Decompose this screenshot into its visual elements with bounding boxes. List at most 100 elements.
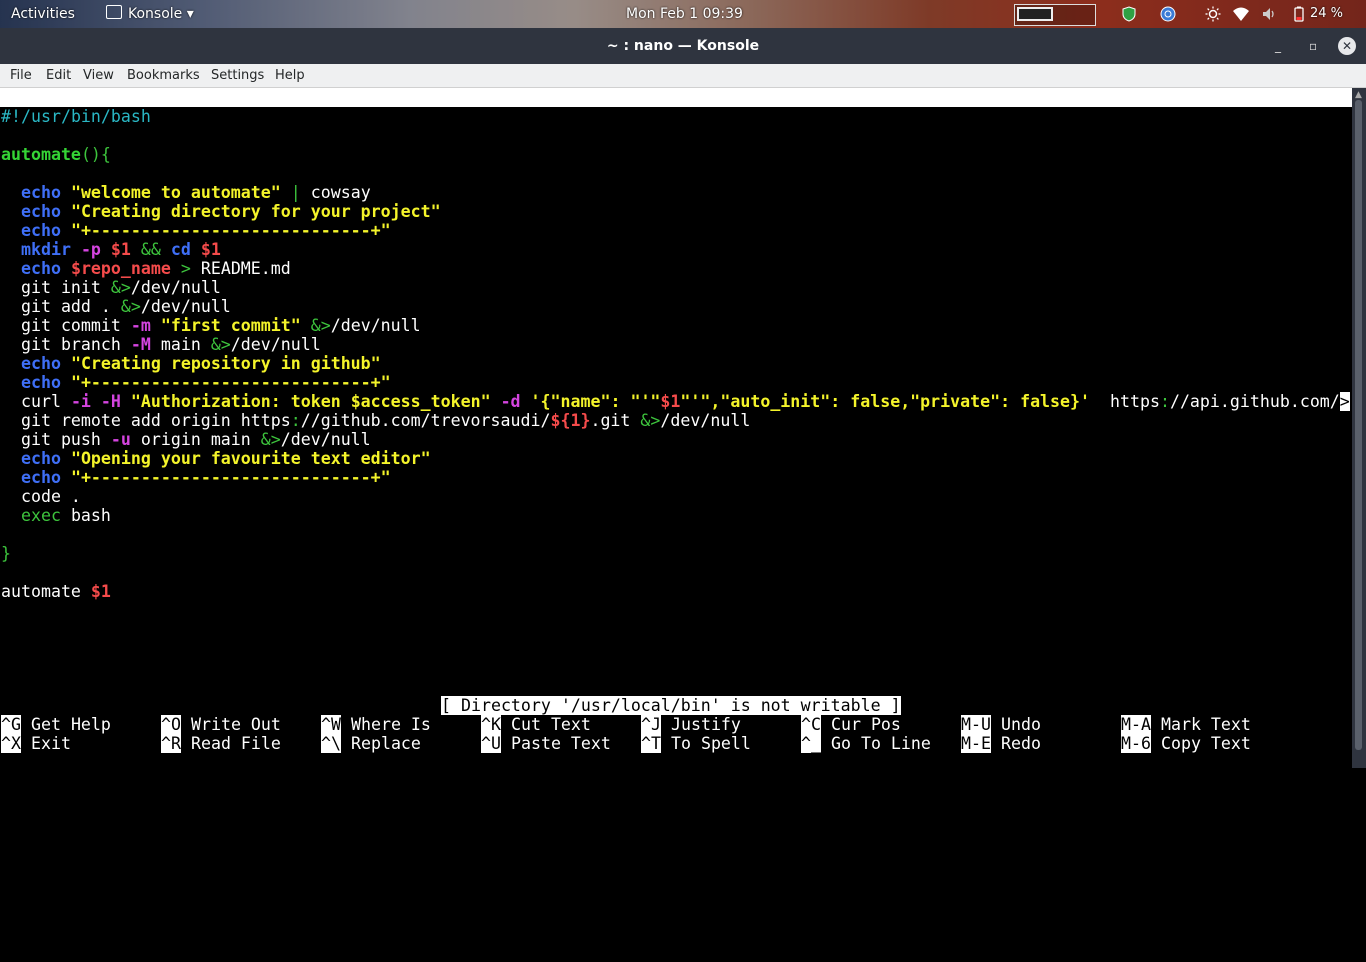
shortcut-paste-text[interactable]: ^U Paste Text <box>481 734 611 753</box>
code-line[interactable]: echo "Creating directory for your projec… <box>1 202 441 221</box>
shield-icon[interactable] <box>1121 6 1137 22</box>
terminal-scrollbar[interactable]: ▲ <box>1352 88 1366 768</box>
code-line[interactable]: git remote add origin https://github.com… <box>1 411 750 430</box>
code-token: > <box>1339 392 1350 411</box>
code-token: //github.com/trevorsaudi/ <box>300 411 551 430</box>
code-line[interactable]: echo $repo_name > README.md <box>1 259 291 278</box>
code-line[interactable]: git push -u origin main &>/dev/null <box>1 430 371 449</box>
code-line[interactable]: git init &>/dev/null <box>1 278 221 297</box>
code-token: echo <box>20 449 61 468</box>
shortcut-key: ^C <box>801 715 821 734</box>
shortcut-write-out[interactable]: ^O Write Out <box>161 715 281 734</box>
workspace-thumbnail[interactable] <box>1017 7 1053 21</box>
activities-button[interactable]: Activities <box>11 0 75 28</box>
brightness-icon[interactable] <box>1205 6 1221 22</box>
code-line[interactable]: automate(){ <box>1 145 111 164</box>
close-button[interactable]: ✕ <box>1338 37 1356 55</box>
shortcut-mark-text[interactable]: M-A Mark Text <box>1121 715 1251 734</box>
wifi-icon[interactable] <box>1233 6 1249 22</box>
code-token: $1 <box>660 392 681 411</box>
shortcut-cur-pos[interactable]: ^C Cur Pos <box>801 715 901 734</box>
code-token: "+----------------------------+" <box>70 373 391 392</box>
code-token: "+----------------------------+" <box>70 221 391 240</box>
workspace-switcher[interactable] <box>1014 4 1096 26</box>
code-token: "Opening your favourite text editor" <box>70 449 431 468</box>
menu-view[interactable]: View <box>83 64 114 87</box>
shortcut-cut-text[interactable]: ^K Cut Text <box>481 715 591 734</box>
code-line[interactable]: echo "Opening your favourite text editor… <box>1 449 431 468</box>
code-line[interactable]: git branch -M main &>/dev/null <box>1 335 321 354</box>
code-line[interactable]: echo "+----------------------------+" <box>1 373 391 392</box>
battery-icon[interactable] <box>1291 6 1307 22</box>
code-line[interactable]: echo "+----------------------------+" <box>1 221 391 240</box>
code-token: "'","auto_init": false,"private": false}… <box>680 392 1091 411</box>
minimize-button[interactable]: _ <box>1275 28 1281 64</box>
code-line[interactable]: exec bash <box>1 506 111 525</box>
code-line[interactable]: echo "welcome to automate" | cowsay <box>1 183 371 202</box>
code-token: code . <box>1 487 81 506</box>
shortcut-replace[interactable]: ^\ Replace <box>321 734 421 753</box>
shortcut-exit[interactable]: ^X Exit <box>1 734 71 753</box>
menu-edit[interactable]: Edit <box>46 64 71 87</box>
shortcut-key: ^K <box>481 715 501 734</box>
code-line[interactable]: git add . &>/dev/null <box>1 297 231 316</box>
code-token: "first commit" <box>160 316 301 335</box>
code-token: "+----------------------------+" <box>70 468 391 487</box>
code-token: $1 <box>90 582 111 601</box>
menu-file[interactable]: File <box>10 64 32 87</box>
window-title-bar[interactable]: ~ : nano — Konsole _ ▫ ✕ <box>0 28 1366 64</box>
nano-title-bar: GNU nano 4.8 /usr/local/bin/automate <box>0 88 1352 145</box>
scrollbar-thumb[interactable] <box>1355 100 1362 750</box>
code-line[interactable]: code . <box>1 487 81 506</box>
code-line[interactable]: #!/usr/bin/bash <box>1 107 151 126</box>
shortcut-justify[interactable]: ^J Justify <box>641 715 741 734</box>
code-line[interactable]: echo "+----------------------------+" <box>1 468 391 487</box>
code-line[interactable]: echo "Creating repository in github" <box>1 354 381 373</box>
code-token: | <box>290 183 301 202</box>
menu-help[interactable]: Help <box>275 64 305 87</box>
shortcut-key: ^G <box>1 715 21 734</box>
shortcut-where-is[interactable]: ^W Where Is <box>321 715 431 734</box>
terminal-view[interactable]: GNU nano 4.8 /usr/local/bin/automate #!/… <box>0 88 1352 768</box>
scroll-up-arrow-icon[interactable]: ▲ <box>1355 90 1362 100</box>
volume-icon[interactable] <box>1261 6 1277 22</box>
shortcut-key: ^U <box>481 734 501 753</box>
code-token: /dev/null <box>280 430 371 449</box>
code-line[interactable]: curl -i -H "Authorization: token $access… <box>1 392 1350 411</box>
code-line[interactable]: mkdir -p $1 && cd $1 <box>1 240 221 259</box>
shortcut-undo[interactable]: M-U Undo <box>961 715 1041 734</box>
clock-button[interactable]: Mon Feb 1 09:39 <box>626 0 743 28</box>
code-token: echo <box>20 468 61 487</box>
shortcut-read-file[interactable]: ^R Read File <box>161 734 281 753</box>
code-token: "welcome to automate" <box>70 183 281 202</box>
shortcut-key: M-E <box>961 734 991 753</box>
shortcut-get-help[interactable]: ^G Get Help <box>1 715 111 734</box>
app-menu-button[interactable]: Konsole ▾ <box>106 0 194 28</box>
shortcut-copy-text[interactable]: M-6 Copy Text <box>1121 734 1251 753</box>
code-line[interactable]: } <box>1 544 11 563</box>
browser-icon[interactable] <box>1160 6 1176 22</box>
shortcut-redo[interactable]: M-E Redo <box>961 734 1041 753</box>
code-line[interactable]: git commit -m "first commit" &>/dev/null <box>1 316 421 335</box>
maximize-button[interactable]: ▫ <box>1309 28 1317 64</box>
menu-settings[interactable]: Settings <box>211 64 264 87</box>
battery-percentage[interactable]: 24 % <box>1310 0 1343 28</box>
shortcut-go-to-line[interactable]: ^_ Go To Line <box>801 734 931 753</box>
shortcut-label: Read File <box>190 734 281 753</box>
code-token: $repo_name <box>70 259 171 278</box>
code-token: cowsay <box>300 183 371 202</box>
code-token: -i <box>70 392 91 411</box>
shortcut-to-spell[interactable]: ^T To Spell <box>641 734 751 753</box>
code-line[interactable]: automate $1 <box>1 582 111 601</box>
menu-bookmarks[interactable]: Bookmarks <box>127 64 200 87</box>
code-token: automate <box>1 145 81 164</box>
code-token: echo <box>20 354 61 373</box>
